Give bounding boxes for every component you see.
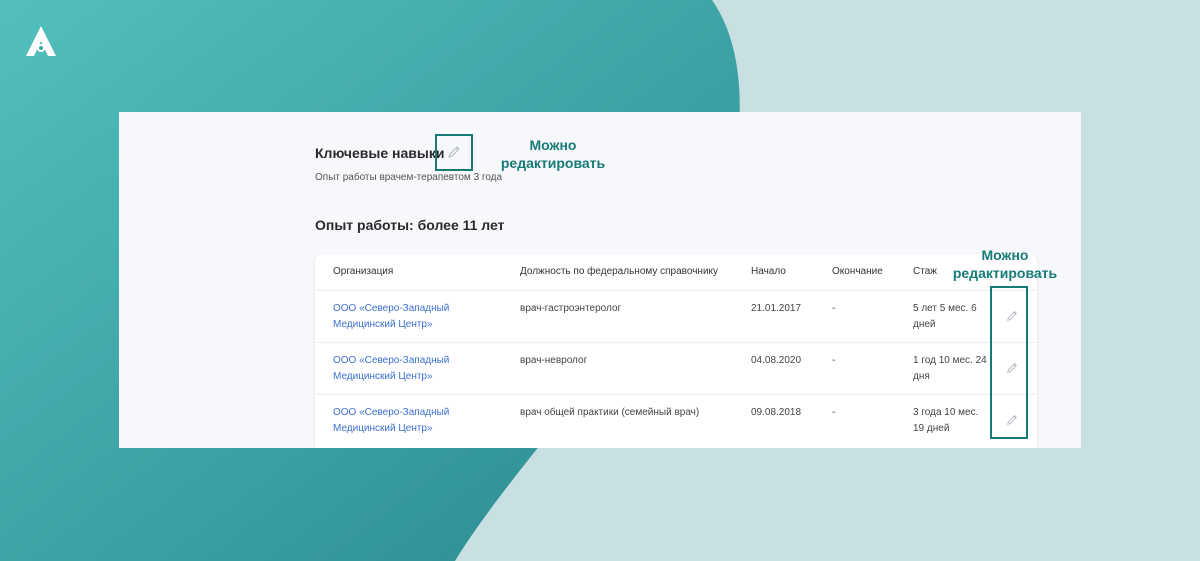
logo-icon	[26, 26, 56, 56]
table-row: ООО «Северо-Западный Медицинский Центр» …	[315, 290, 1037, 343]
organization-link[interactable]: ООО «Северо-Западный Медицинский Центр»	[333, 405, 483, 437]
start-date-cell: 04.08.2020	[751, 355, 802, 366]
column-header-start: Начало	[751, 266, 786, 277]
experience-cell: 1 год 10 мес. 24 дня	[913, 355, 987, 382]
end-date-cell: -	[832, 303, 836, 314]
skills-title: Ключевые навыки	[315, 145, 445, 161]
table-row: ООО «Северо-Западный Медицинский Центр» …	[315, 394, 1037, 447]
experience-title: Опыт работы: более 11 лет	[315, 217, 505, 233]
skills-edit-hint: Можно редактировать	[500, 137, 606, 171]
position-cell: врач-невролог	[520, 355, 588, 366]
skills-description: Опыт работы врачем-терапевтом 3 года	[315, 172, 503, 183]
start-date-cell: 21.01.2017	[751, 303, 802, 314]
position-cell: врач-гастроэнтеролог	[520, 303, 622, 314]
start-date-cell: 09.08.2018	[751, 407, 802, 418]
table-edit-hint: Можно редактировать	[952, 247, 1058, 281]
experience-cell: 5 лет 5 мес. 6 дней	[913, 303, 977, 330]
table-edit-highlight	[990, 286, 1028, 439]
table-row: ООО «Северо-Западный Медицинский Центр» …	[315, 342, 1037, 395]
end-date-cell: -	[832, 407, 836, 418]
column-header-end: Окончание	[832, 266, 883, 277]
end-date-cell: -	[832, 355, 836, 366]
column-header-position: Должность по федеральному справочнику	[520, 266, 719, 277]
experience-table: Организация Должность по федеральному сп…	[315, 254, 1037, 448]
experience-cell: 3 года 10 мес. 19 дней	[913, 407, 979, 434]
organization-link[interactable]: ООО «Северо-Западный Медицинский Центр»	[333, 353, 483, 385]
skills-edit-highlight	[435, 134, 473, 171]
column-header-organization: Организация	[333, 266, 394, 277]
organization-link[interactable]: ООО «Северо-Западный Медицинский Центр»	[333, 301, 483, 333]
position-cell: врач общей практики (семейный врач)	[520, 407, 700, 418]
